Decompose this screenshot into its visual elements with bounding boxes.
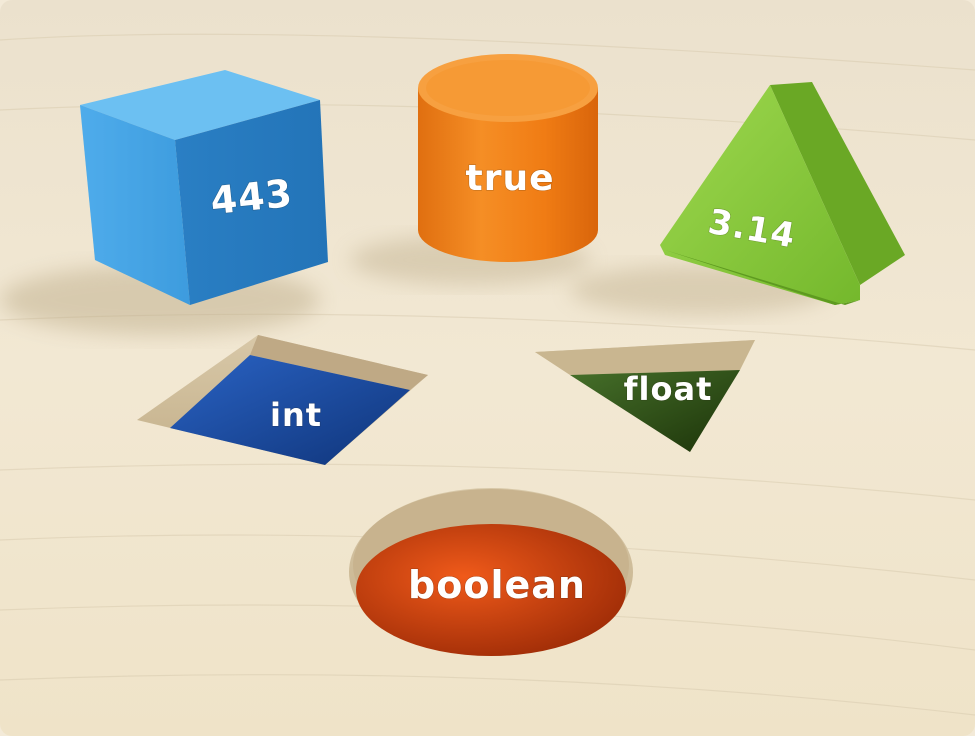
circle-hole-label: boolean	[408, 563, 586, 607]
scene-illustration: 443 true 3.14 int float boolean	[0, 0, 975, 736]
cube-block-label: 443	[208, 171, 294, 223]
triangle-hole-label: float	[624, 370, 713, 408]
square-hole-label: int	[270, 396, 322, 434]
shape-sorter-scene: 443 true 3.14 int float boolean	[0, 0, 975, 736]
cylinder-block-label: true	[465, 158, 554, 199]
